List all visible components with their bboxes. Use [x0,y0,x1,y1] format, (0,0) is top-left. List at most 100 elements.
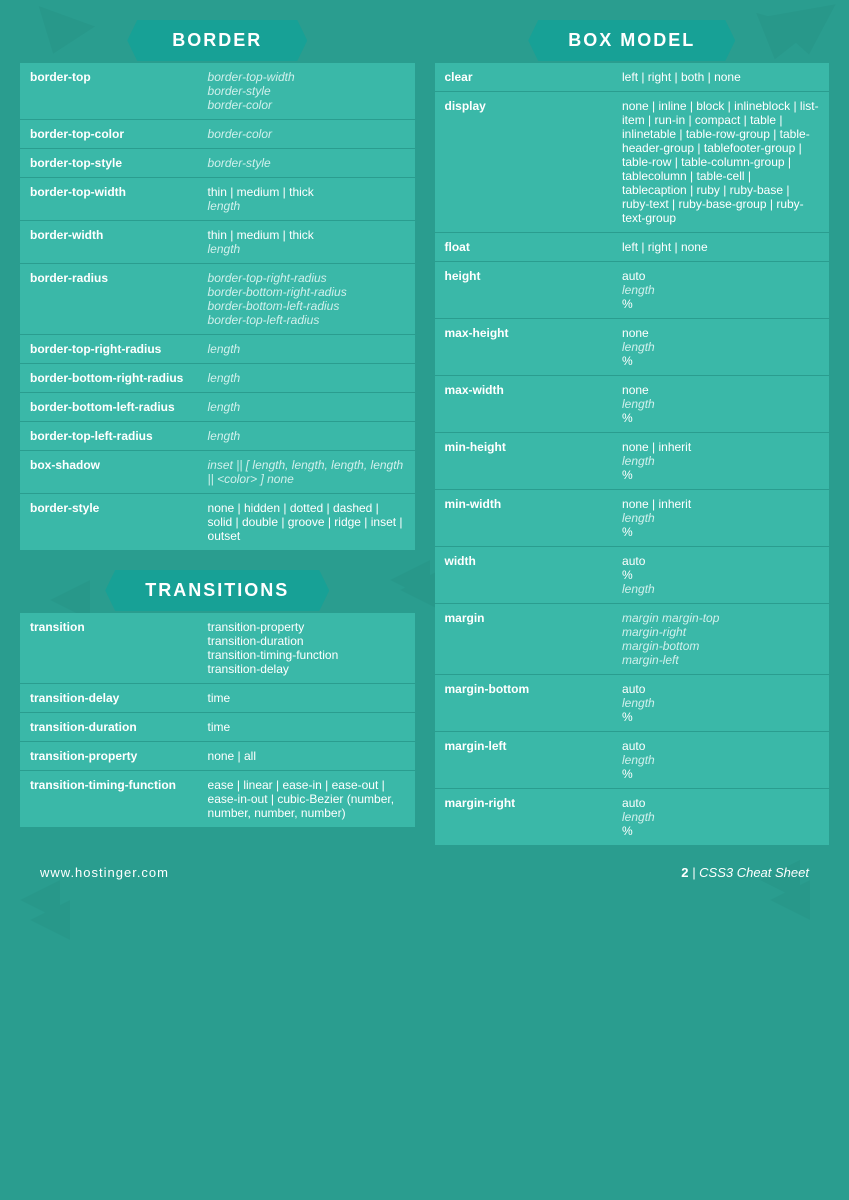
value-cell: time [198,684,415,713]
table-row: border-top-right-radiuslength [20,335,415,364]
border-table: border-topborder-top-widthborder-stylebo… [20,63,415,550]
table-row: min-widthnone | inheritlength% [435,490,830,547]
main-columns: BORDER border-topborder-top-widthborder-… [20,20,829,845]
table-row: transitiontransition-propertytransition-… [20,613,415,684]
property-cell: max-width [435,376,613,433]
table-row: border-radiusborder-top-right-radiusbord… [20,264,415,335]
property-cell: height [435,262,613,319]
transitions-table: transitiontransition-propertytransition-… [20,613,415,827]
value-cell: nonelength% [612,319,829,376]
property-cell: min-width [435,490,613,547]
footer-page-info: 2 | CSS3 Cheat Sheet [681,865,809,880]
property-cell: clear [435,63,613,92]
table-row: border-stylenone | hidden | dotted | das… [20,494,415,551]
table-row: box-shadowinset || [ length, length, len… [20,451,415,494]
property-cell: transition-property [20,742,198,771]
value-cell: border-color [198,120,415,149]
value-cell: border-style [198,149,415,178]
property-cell: float [435,233,613,262]
value-cell: none | all [198,742,415,771]
table-row: border-top-left-radiuslength [20,422,415,451]
table-row: border-bottom-left-radiuslength [20,393,415,422]
value-cell: inset || [ length, length, length, lengt… [198,451,415,494]
property-cell: transition-timing-function [20,771,198,828]
border-section-header: BORDER [20,20,415,61]
value-cell: none | inheritlength% [612,490,829,547]
table-row: floatleft | right | none [435,233,830,262]
transitions-title: TRANSITIONS [105,570,329,611]
table-row: transition-durationtime [20,713,415,742]
property-cell: border-radius [20,264,198,335]
value-cell: autolength% [612,789,829,846]
property-cell: border-top-color [20,120,198,149]
table-row: max-widthnonelength% [435,376,830,433]
property-cell: border-top-right-radius [20,335,198,364]
property-cell: width [435,547,613,604]
table-row: border-topborder-top-widthborder-stylebo… [20,63,415,120]
value-cell: thin | medium | thicklength [198,178,415,221]
value-cell: length [198,364,415,393]
value-cell: time [198,713,415,742]
value-cell: nonelength% [612,376,829,433]
table-row: border-widththin | medium | thicklength [20,221,415,264]
border-table-wrap: border-topborder-top-widthborder-stylebo… [20,63,415,550]
value-cell: border-top-widthborder-styleborder-color [198,63,415,120]
property-cell: border-bottom-right-radius [20,364,198,393]
border-title: BORDER [127,20,307,61]
value-cell: length [198,335,415,364]
table-row: max-heightnonelength% [435,319,830,376]
box-model-title: BOX MODEL [528,20,735,61]
transitions-table-wrap: transitiontransition-propertytransition-… [20,613,415,827]
table-row: transition-propertynone | all [20,742,415,771]
value-cell: left | right | none [612,233,829,262]
table-row: margin-rightautolength% [435,789,830,846]
table-row: transition-delaytime [20,684,415,713]
value-cell: margin margin-topmargin-rightmargin-bott… [612,604,829,675]
value-cell: none | hidden | dotted | dashed | solid … [198,494,415,551]
property-cell: border-bottom-left-radius [20,393,198,422]
property-cell: min-height [435,433,613,490]
footer: www.hostinger.com 2 | CSS3 Cheat Sheet [20,855,829,890]
page-content: BORDER border-topborder-top-widthborder-… [0,0,849,910]
property-cell: max-height [435,319,613,376]
property-cell: border-width [20,221,198,264]
table-row: displaynone | inline | block | inlineblo… [435,92,830,233]
table-row: margin-leftautolength% [435,732,830,789]
property-cell: margin-left [435,732,613,789]
value-cell: none | inline | block | inlineblock | li… [612,92,829,233]
table-row: min-heightnone | inheritlength% [435,433,830,490]
value-cell: auto%length [612,547,829,604]
box-model-table: clearleft | right | both | nonedisplayno… [435,63,830,845]
value-cell: autolength% [612,262,829,319]
property-cell: border-top-style [20,149,198,178]
property-cell: transition [20,613,198,684]
property-cell: display [435,92,613,233]
property-cell: border-top-left-radius [20,422,198,451]
value-cell: autolength% [612,732,829,789]
property-cell: margin [435,604,613,675]
value-cell: ease | linear | ease-in | ease-out | eas… [198,771,415,828]
value-cell: autolength% [612,675,829,732]
table-row: heightautolength% [435,262,830,319]
box-model-table-wrap: clearleft | right | both | nonedisplayno… [435,63,830,845]
table-row: border-top-styleborder-style [20,149,415,178]
table-row: border-top-widththin | medium | thicklen… [20,178,415,221]
property-cell: border-top-width [20,178,198,221]
value-cell: transition-propertytransition-durationtr… [198,613,415,684]
left-column: BORDER border-topborder-top-widthborder-… [20,20,415,845]
property-cell: margin-right [435,789,613,846]
page-number: 2 [681,865,688,880]
table-row: transition-timing-functionease | linear … [20,771,415,828]
property-cell: transition-delay [20,684,198,713]
property-cell: box-shadow [20,451,198,494]
table-row: border-bottom-right-radiuslength [20,364,415,393]
value-cell: none | inheritlength% [612,433,829,490]
right-column: BOX MODEL clearleft | right | both | non… [435,20,830,845]
transitions-section-header: TRANSITIONS [20,570,415,611]
value-cell: length [198,393,415,422]
value-cell: left | right | both | none [612,63,829,92]
box-model-section-header: BOX MODEL [435,20,830,61]
transitions-section: TRANSITIONS transitiontransition-propert… [20,570,415,827]
property-cell: margin-bottom [435,675,613,732]
value-cell: border-top-right-radiusborder-bottom-rig… [198,264,415,335]
